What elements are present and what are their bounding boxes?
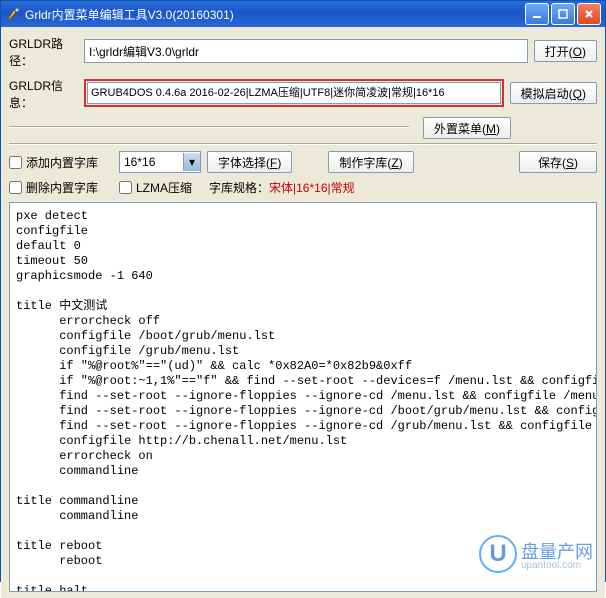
minimize-button[interactable] (525, 3, 549, 25)
external-menu-button[interactable]: 外置菜单(M) (423, 117, 511, 139)
del-font-checkbox[interactable] (9, 181, 22, 194)
titlebar: Grldr内置菜单编辑工具V3.0(20160301) (1, 1, 605, 27)
window-title: Grldr内置菜单编辑工具V3.0(20160301) (25, 6, 523, 23)
add-font-checkbox[interactable] (9, 156, 22, 169)
path-input[interactable] (84, 39, 528, 63)
menu-editor[interactable]: pxe detect configfile default 0 timeout … (9, 202, 597, 592)
spec-value: 宋体|16*16|常规 (269, 179, 355, 196)
info-label: GRLDR信息： (9, 75, 84, 111)
lzma-checkbox[interactable] (119, 181, 132, 194)
lzma-label: LZMA压缩 (136, 179, 192, 196)
watermark: U 盘量产网 upantool.com (479, 535, 593, 573)
del-font-label: 删除内置字库 (26, 179, 98, 196)
maximize-button[interactable] (551, 3, 575, 25)
chevron-down-icon: ▾ (183, 153, 200, 171)
watermark-logo: U (479, 535, 517, 573)
info-display: GRUB4DOS 0.4.6a 2016-02-26|LZMA压缩|UTF8|迷… (87, 82, 501, 104)
spec-label: 字库规格： (209, 179, 269, 196)
size-combo[interactable]: 16*16▾ (119, 151, 201, 173)
path-label: GRLDR路径： (9, 33, 84, 69)
add-font-label: 添加内置字库 (26, 154, 98, 171)
close-button[interactable] (577, 3, 601, 25)
app-icon (5, 6, 21, 22)
simulate-button[interactable]: 模拟启动(Q) (510, 82, 597, 104)
make-font-button[interactable]: 制作字库(Z) (328, 151, 413, 173)
save-button[interactable]: 保存(S) (519, 151, 597, 173)
open-button[interactable]: 打开(O) (534, 40, 597, 62)
font-select-button[interactable]: 字体选择(F) (207, 151, 292, 173)
